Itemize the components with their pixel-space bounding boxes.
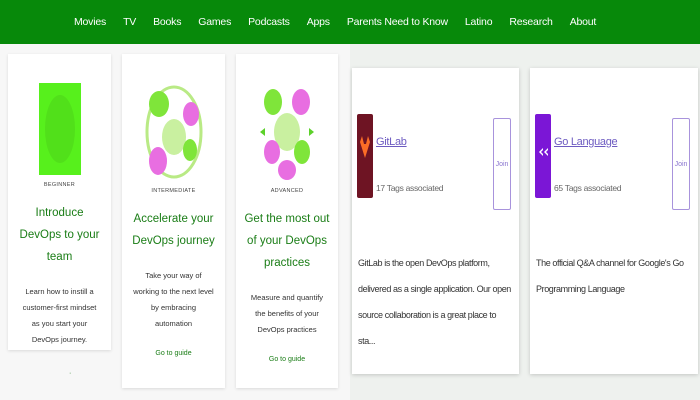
card-level-label: ADVANCED [270,188,304,194]
nav-item-tv[interactable]: TV [123,16,136,28]
collective-name-link[interactable]: GitLab [376,136,407,148]
page: Movies TV Books Games Podcasts Apps Pare… [0,0,700,400]
join-button[interactable]: Join [493,118,511,210]
go-logo-icon [535,114,551,198]
beginner-illustration-icon [38,83,81,175]
intermediate-illustration-icon [145,85,202,179]
card-title: Accelerate your DevOps journey [132,213,215,247]
collective-card-gitlab[interactable]: GitLab 17 Tags associated Join GitLab is… [352,68,519,374]
nav-item-research[interactable]: Research [509,16,553,28]
card-description: Measure and quantify the benefits of you… [250,293,324,334]
pagination-indicator[interactable]: · [69,370,71,377]
guide-card-intermediate[interactable]: INTERMEDIATE Accelerate your DevOps jour… [122,54,225,388]
collective-description: GitLab is the open DevOps platform, deli… [358,258,511,346]
collective-tags-count: 17 Tags associated [376,183,444,193]
nav-item-podcasts[interactable]: Podcasts [248,16,290,28]
go-to-guide-link[interactable]: Go to guide [236,356,338,363]
card-description: Take your way of working to the next lev… [133,271,214,328]
card-level-label: BEGINNER [43,182,76,188]
collective-tags-count: 65 Tags associated [554,183,622,193]
nav-item-movies[interactable]: Movies [74,16,106,28]
card-title: Get the most out of your DevOps practice… [244,213,330,269]
nav-item-apps[interactable]: Apps [307,16,330,28]
collective-name-link[interactable]: Go Language [554,136,618,148]
guide-card-beginner[interactable]: BEGINNER Introduce DevOps to your team L… [8,54,111,350]
nav-item-books[interactable]: Books [153,16,181,28]
card-level-label: INTERMEDIATE [151,188,196,194]
collectives-section: GitLab 17 Tags associated Join GitLab is… [350,44,700,400]
collective-description: The official Q&A channel for Google's Go… [536,258,684,294]
go-to-guide-link[interactable]: Go to guide [122,350,225,357]
advanced-illustration-icon [260,89,314,180]
card-title: Introduce DevOps to your team [19,207,100,263]
nav-item-about[interactable]: About [570,16,597,28]
top-navigation: Movies TV Books Games Podcasts Apps Pare… [0,0,700,44]
nav-item-games[interactable]: Games [198,16,231,28]
collective-card-go-language[interactable]: Go Language 65 Tags associated Join The … [530,68,698,374]
nav-item-parents-need-to-know[interactable]: Parents Need to Know [347,16,448,28]
join-button[interactable]: Join [672,118,690,210]
guide-card-advanced[interactable]: ADVANCED Get the most out of your DevOps… [236,54,338,388]
nav-item-latino[interactable]: Latino [465,16,493,28]
gitlab-logo-icon [357,114,373,198]
devops-guides-section: BEGINNER Introduce DevOps to your team L… [0,44,350,400]
card-description: Learn how to instill a customer-first mi… [22,287,97,344]
